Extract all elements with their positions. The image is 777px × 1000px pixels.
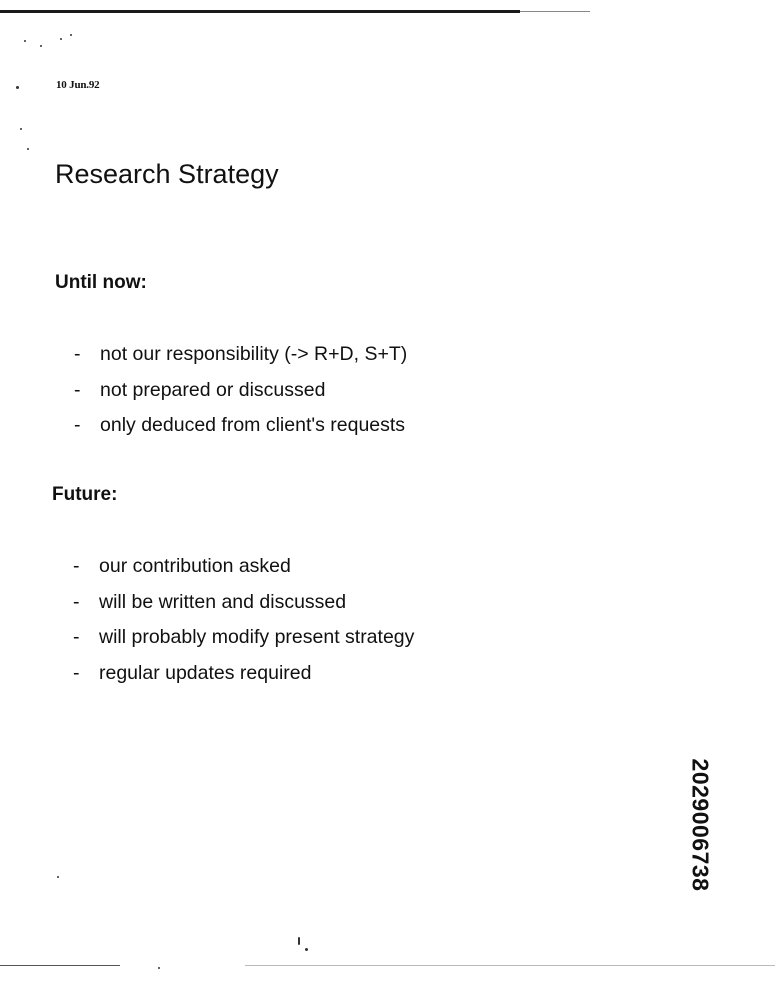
scan-speck [298, 937, 300, 945]
list-item: - not prepared or discussed [74, 378, 407, 414]
list-item: - not our responsibility (-> R+D, S+T) [74, 342, 407, 378]
bullet-dash: - [74, 414, 81, 436]
bullet-dash: - [73, 555, 80, 577]
section-heading-future: Future: [52, 484, 118, 505]
scan-speck [70, 34, 72, 36]
document-control-number: 2029006738 [687, 758, 714, 892]
scan-speck [60, 38, 62, 40]
list-item: - will be written and discussed [73, 590, 414, 626]
list-item-text: regular updates required [99, 661, 312, 684]
top-scan-rule [0, 10, 520, 13]
bottom-scan-rule [0, 965, 120, 966]
list-item-text: not our responsibility (-> R+D, S+T) [100, 343, 408, 365]
section-heading-until-now: Until now: [55, 272, 147, 293]
bullet-dash: - [73, 626, 80, 648]
list-item-text: our contribution asked [99, 555, 291, 577]
scan-speck [27, 148, 29, 150]
list-item-text: will be written and discussed [99, 590, 347, 613]
bullet-dash: - [73, 661, 80, 684]
scan-speck [24, 40, 26, 42]
until-now-list: - not our responsibility (-> R+D, S+T) -… [74, 342, 407, 449]
bullet-dash: - [74, 343, 81, 365]
scan-speck [57, 876, 59, 878]
scan-speck [20, 128, 22, 130]
list-item-text: will probably modify present strategy [99, 626, 415, 648]
scan-speck [305, 948, 308, 951]
list-item-text: not prepared or discussed [100, 378, 326, 401]
list-item: - our contribution asked [73, 554, 414, 590]
document-date: 10 Jun.92 [56, 79, 100, 91]
top-scan-rule-fade [520, 11, 590, 12]
list-item: - only deduced from client's requests [74, 413, 407, 449]
bullet-dash: - [73, 590, 80, 613]
scan-speck [158, 967, 160, 969]
scan-speck [16, 86, 19, 89]
list-item: - will probably modify present strategy [73, 625, 414, 661]
scan-speck [40, 45, 42, 47]
page-title: Research Strategy [55, 159, 279, 189]
list-item-text: only deduced from client's requests [100, 414, 406, 436]
bullet-dash: - [74, 378, 81, 401]
future-list: - our contribution asked - will be writt… [73, 554, 414, 696]
list-item: - regular updates required [73, 661, 414, 697]
bottom-scan-rule-faint [245, 965, 775, 966]
